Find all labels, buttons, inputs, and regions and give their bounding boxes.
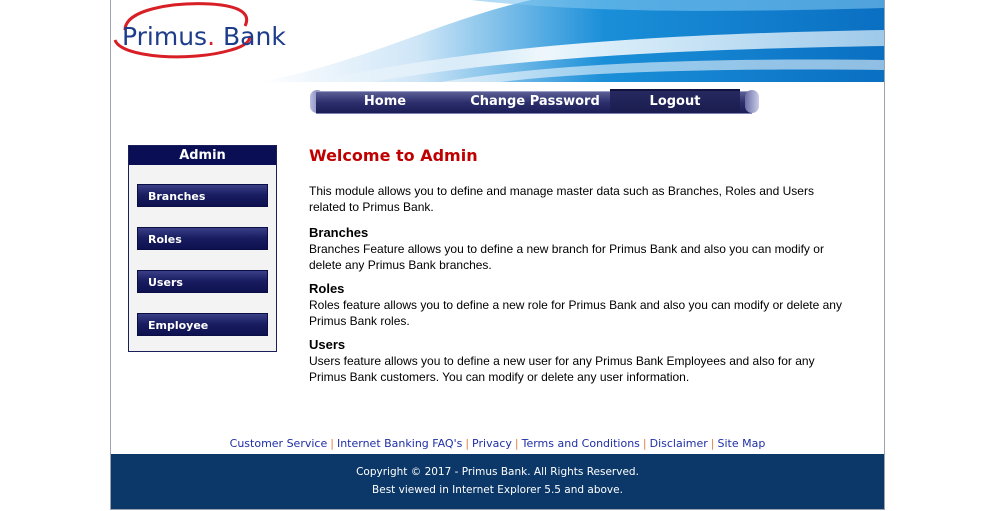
sidebar-title: Admin [129,146,276,165]
page-container: Primus. Bank Home Change Password Logout… [110,0,885,510]
footer-link-disclaimer[interactable]: Disclaimer [650,437,708,450]
footer-link-site-map[interactable]: Site Map [718,437,766,450]
section-body-roles: Roles feature allows you to define a new… [309,298,842,328]
sidebar-item-users[interactable]: Users [137,270,268,293]
sidebar-item-employee[interactable]: Employee [137,313,268,336]
nav-home-link[interactable]: Home [330,92,440,112]
footer-separator: | [330,437,334,450]
logo-text-primus: Primus [122,22,208,51]
section-title-branches: Branches [309,225,369,240]
footer-link-faq[interactable]: Internet Banking FAQ's [337,437,462,450]
page-footer: Copyright © 2017 - Primus Bank. All Righ… [111,454,884,509]
footer-link-customer-service[interactable]: Customer Service [230,437,328,450]
sidebar-item-branches[interactable]: Branches [137,184,268,207]
header-banner: Primus. Bank [111,0,884,82]
nav-change-password-link[interactable]: Change Password [450,92,620,112]
nav-right-cap [745,90,759,113]
intro-text: This module allows you to define and man… [309,184,814,214]
browser-note: Best viewed in Internet Explorer 5.5 and… [372,484,623,496]
main-content: Welcome to Admin This module allows you … [309,146,849,385]
footer-separator: | [465,437,470,450]
section-body-users: Users feature allows you to define a new… [309,354,815,384]
footer-separator: | [514,437,519,450]
nav-logout-link[interactable]: Logout [610,89,740,113]
logo-text-bank: Bank [223,22,286,51]
top-navigation: Home Change Password Logout [310,89,759,114]
footer-separator: | [642,437,647,450]
sidebar-item-roles[interactable]: Roles [137,227,268,250]
page-title: Welcome to Admin [309,146,478,165]
footer-links: Customer Service | Internet Banking FAQ's |… [111,437,884,450]
bank-logo[interactable]: Primus. Bank [122,22,286,51]
footer-link-privacy[interactable]: Privacy [472,437,512,450]
footer-separator: | [710,437,715,450]
logo-dot: . [207,22,216,51]
admin-sidebar: Admin Branches Roles Users Employee [128,145,277,352]
copyright-text: Copyright © 2017 - Primus Bank. All Righ… [356,466,639,478]
section-title-roles: Roles [309,281,345,296]
footer-link-terms[interactable]: Terms and Conditions [522,437,640,450]
section-body-branches: Branches Feature allows you to define a … [309,242,824,272]
section-title-users: Users [309,337,346,352]
